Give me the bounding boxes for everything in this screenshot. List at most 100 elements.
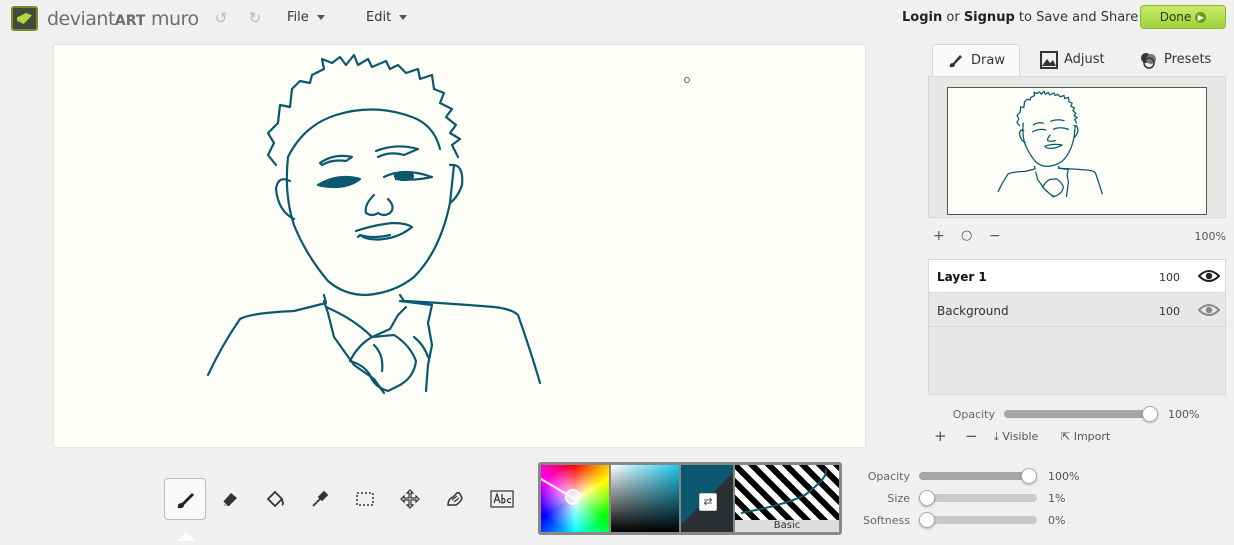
chevron-down-icon xyxy=(399,15,408,20)
navigator-panel xyxy=(928,76,1226,218)
login-link[interactable]: Login xyxy=(902,10,942,25)
fill-bucket-icon xyxy=(266,490,284,508)
collar-inner-stroke xyxy=(324,305,408,339)
smudge-icon xyxy=(447,491,463,506)
file-menu[interactable]: File xyxy=(287,10,325,25)
eyedropper-icon xyxy=(312,490,329,507)
eraser-icon xyxy=(222,493,237,507)
brush-opacity-label: Opacity xyxy=(867,470,910,483)
preview-thumbnail xyxy=(997,90,1103,198)
tab-presets[interactable]: Presets xyxy=(1140,44,1226,76)
import-icon: ⇱ xyxy=(1061,430,1074,443)
tie-detail-stroke xyxy=(372,335,430,373)
cursor-indicator xyxy=(684,77,690,83)
eraser-tool-button[interactable] xyxy=(209,478,251,520)
layer-item[interactable]: Background 100 xyxy=(929,294,1225,327)
layer-opacity-fill xyxy=(1004,410,1150,418)
layer-opacity-track[interactable] xyxy=(1004,406,1158,422)
nose-stroke xyxy=(364,193,394,217)
save-message: Login or Signup to Save and Share! xyxy=(902,10,1144,25)
hue-handle[interactable] xyxy=(565,489,581,505)
brush-softness-slider: Softness 0% xyxy=(848,512,1088,528)
zoom-out-icon[interactable]: − xyxy=(989,228,1001,244)
signup-link[interactable]: Signup xyxy=(964,10,1015,25)
smudge-tool-button[interactable] xyxy=(434,478,476,520)
right-eyebrow-stroke xyxy=(374,145,420,159)
left-eyebrow-stroke xyxy=(318,154,354,167)
brush-softness-track[interactable] xyxy=(919,512,1037,528)
brush-opacity-slider: Opacity 100% xyxy=(848,468,1088,484)
brush-stroke-preview xyxy=(740,468,827,514)
add-layer-icon[interactable]: + xyxy=(934,427,947,445)
brush-tool-button[interactable] xyxy=(164,478,206,520)
marquee-select-icon xyxy=(356,492,374,506)
import-button[interactable]: ⇱ Import xyxy=(1061,430,1110,443)
deviantart-logo-icon xyxy=(11,6,38,31)
navigator-tools: + ○ − 100% xyxy=(930,228,1226,246)
brush-opacity-track[interactable] xyxy=(919,468,1037,484)
brush-opacity-value: 100% xyxy=(1048,470,1080,483)
presets-icon xyxy=(1141,52,1156,69)
eye-icon[interactable] xyxy=(1198,303,1220,317)
brush-opacity-handle[interactable] xyxy=(1021,468,1037,484)
panel-tabs: Draw Adjust Presets xyxy=(928,44,1226,76)
tab-adjust[interactable]: Adjust xyxy=(1040,44,1120,76)
shade-picker[interactable] xyxy=(611,465,679,532)
layer-actions: + − ⤓ Visible ⇱ Import xyxy=(934,427,1226,446)
tab-draw[interactable]: Draw xyxy=(932,44,1020,76)
brush-icon xyxy=(177,493,194,509)
edit-menu[interactable]: Edit xyxy=(366,10,408,25)
right-collar-stroke xyxy=(398,299,434,393)
layer-opacity: 100 xyxy=(1159,305,1180,318)
top-bar: deviantART muro ↺ ↻ File Edit Login or S… xyxy=(0,0,1234,36)
fill-tool-button[interactable] xyxy=(254,478,296,520)
brush-size-track[interactable] xyxy=(919,490,1037,506)
brush-size-label: Size xyxy=(887,492,910,505)
move-tool-button[interactable] xyxy=(389,478,431,520)
layer-name: Layer 1 xyxy=(937,270,987,284)
left-shoulder-stroke xyxy=(206,293,328,377)
navigator-preview[interactable] xyxy=(947,87,1207,215)
undo-icon[interactable]: ↺ xyxy=(213,10,229,26)
text-icon xyxy=(490,490,514,508)
text-tool-button[interactable] xyxy=(479,478,521,520)
layer-opacity: 100 xyxy=(1159,271,1180,284)
brush-preview[interactable] xyxy=(735,465,839,520)
brush-opacity-fill xyxy=(919,472,1029,480)
color-panel: ⇄ Basic xyxy=(538,462,842,535)
layer-opacity-value: 100% xyxy=(1168,408,1200,421)
right-eye-pupil xyxy=(393,170,415,182)
chevron-down-icon xyxy=(316,15,325,20)
layer-opacity-slider: Opacity 100% xyxy=(928,406,1226,422)
eye-icon[interactable] xyxy=(1198,269,1220,283)
move-icon xyxy=(400,489,420,509)
active-tool-indicator xyxy=(177,532,195,541)
zoom-reset-icon[interactable]: ○ xyxy=(961,228,972,243)
zoom-level: 100% xyxy=(1194,230,1226,243)
mouth-lower-stroke xyxy=(358,233,392,239)
done-button[interactable]: Done ▶ xyxy=(1140,5,1226,29)
brush-icon xyxy=(949,54,962,67)
image-adjust-icon xyxy=(1040,50,1058,69)
eyedropper-tool-button[interactable] xyxy=(299,478,341,520)
brush-name: Basic xyxy=(735,520,839,532)
brush-softness-handle[interactable] xyxy=(919,512,935,528)
layer-name: Background xyxy=(937,304,1009,318)
layer-opacity-label: Opacity xyxy=(952,408,995,421)
brush-size-handle[interactable] xyxy=(919,490,935,506)
arrow-right-icon: ▶ xyxy=(1195,12,1207,23)
app-logo-text: deviantART muro xyxy=(47,8,199,30)
visible-button[interactable]: ⤓ Visible xyxy=(994,430,1038,444)
brush-softness-label: Softness xyxy=(863,514,910,527)
redo-icon[interactable]: ↻ xyxy=(247,10,263,26)
zoom-in-icon[interactable]: + xyxy=(933,228,945,244)
swap-colors-icon[interactable]: ⇄ xyxy=(699,493,717,511)
layer-item[interactable]: Layer 1 100 xyxy=(929,260,1225,293)
drawing-strokes xyxy=(206,53,690,395)
layers-panel: Layer 1 100 Background 100 xyxy=(928,259,1226,395)
layer-opacity-handle[interactable] xyxy=(1142,406,1158,422)
remove-layer-icon[interactable]: − xyxy=(965,427,978,445)
drawing-canvas[interactable] xyxy=(54,45,865,447)
select-tool-button[interactable] xyxy=(344,478,386,520)
brush-size-slider: Size 1% xyxy=(848,490,1088,506)
